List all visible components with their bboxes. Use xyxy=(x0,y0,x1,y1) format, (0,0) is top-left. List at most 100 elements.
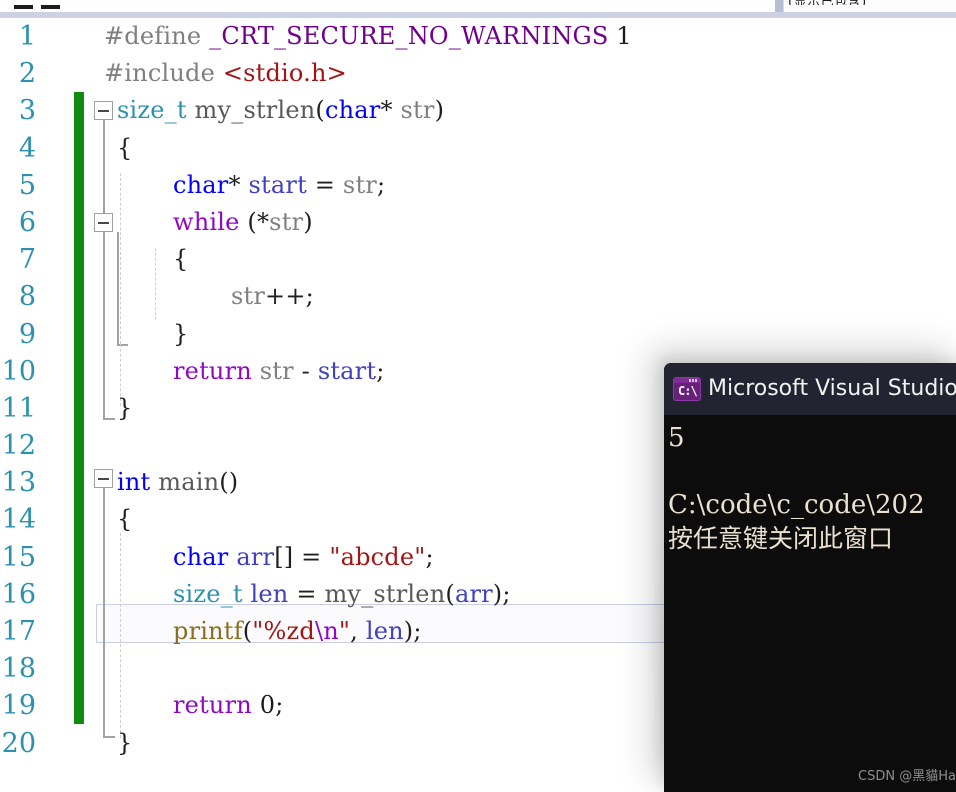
token-keyword: char xyxy=(173,170,229,199)
line-content: return 0; xyxy=(173,687,284,724)
line-content: } xyxy=(117,390,132,427)
console-icon-text: C:\ xyxy=(678,384,698,398)
token-function-name: main xyxy=(158,468,220,497)
line-content: } xyxy=(117,725,132,762)
editor-line[interactable]: 9 } xyxy=(0,316,956,353)
token-brace: { xyxy=(117,505,133,534)
editor-line[interactable]: 2 #include <stdio.h> xyxy=(0,55,956,92)
token-semicolon: ; xyxy=(376,170,386,199)
token-function-name: my_strlen xyxy=(324,579,446,608)
editor-line[interactable]: 8 str++; xyxy=(0,278,956,315)
token-parameter: str xyxy=(342,170,377,199)
editor-line[interactable]: 3 size_t my_strlen(char* str) xyxy=(0,92,956,129)
line-number: 14 xyxy=(1,504,36,536)
line-number: 8 xyxy=(18,281,36,313)
line-number: 7 xyxy=(18,244,36,276)
line-content: { xyxy=(173,241,188,278)
token-star: * xyxy=(380,96,393,125)
line-number: 9 xyxy=(18,318,36,350)
line-number: 6 xyxy=(18,206,36,238)
line-content: } xyxy=(173,316,188,353)
chrome-glyph-left-1 xyxy=(14,5,33,9)
token-string: "abcde" xyxy=(329,542,426,571)
token-brace: } xyxy=(117,728,133,757)
editor-line[interactable]: 6 while (*str) xyxy=(0,204,956,241)
token-paren-close: ) xyxy=(434,96,445,125)
token-parameter: str xyxy=(269,207,304,236)
token-brace: { xyxy=(173,245,189,274)
token-preprocessor: #define xyxy=(104,22,202,50)
line-number: 1 xyxy=(18,21,36,52)
chrome-glyph-left-2 xyxy=(41,5,60,9)
token-paren-close: ) xyxy=(303,207,313,236)
token-keyword: char xyxy=(173,542,229,571)
editor-line[interactable]: 7 { xyxy=(0,241,956,278)
token-function-call: printf xyxy=(173,617,243,645)
console-title-bar[interactable]: C:\ Microsoft Visual Studio xyxy=(664,363,956,415)
line-content: size_t len = my_strlen(arr); xyxy=(173,576,511,613)
token-star: * xyxy=(228,170,241,199)
line-content: #define _CRT_SECURE_NO_WARNINGS 1 xyxy=(104,18,632,55)
token-brace: } xyxy=(173,319,189,348)
line-number: 16 xyxy=(1,578,36,610)
line-number: 18 xyxy=(1,653,36,685)
token-variable: start xyxy=(248,170,307,199)
token-escape: \n xyxy=(314,617,339,645)
token-semicolon: ; xyxy=(275,691,284,720)
token-argument: arr xyxy=(454,579,493,608)
token-paren: ( xyxy=(445,579,455,608)
token-paren-close: ); xyxy=(403,617,422,645)
line-number: 20 xyxy=(1,727,36,759)
token-paren: ( xyxy=(242,617,253,645)
token-semicolon: ; xyxy=(425,542,434,571)
console-path-line: C:\code\c_code\202 xyxy=(668,490,925,520)
line-content: while (*str) xyxy=(173,204,313,241)
token-function-name: my_strlen xyxy=(194,96,316,125)
line-content: return str - start; xyxy=(173,353,385,390)
token-variable: len xyxy=(250,579,289,608)
token-keyword: int xyxy=(117,468,151,497)
token-header: <stdio.h> xyxy=(222,59,347,88)
token-macro-name: _CRT_SECURE_NO_WARNINGS xyxy=(209,22,609,50)
line-content: char arr[] = "abcde"; xyxy=(173,539,434,576)
line-content: int main() xyxy=(117,464,238,501)
token-operator: = xyxy=(314,170,336,199)
console-prompt-line: 按任意键关闭此窗口 xyxy=(668,524,894,553)
token-control-keyword: return xyxy=(173,691,252,720)
token-operator: = xyxy=(296,579,317,608)
token-variable: start xyxy=(317,356,377,385)
line-number: 5 xyxy=(18,169,36,201)
token-operator: = xyxy=(301,542,322,571)
token-paren: ( xyxy=(315,96,325,125)
csdn-watermark: CSDN @黑貓Ha xyxy=(858,769,956,784)
token-brace: { xyxy=(117,133,133,162)
line-content: #include <stdio.h> xyxy=(104,55,347,92)
console-window[interactable]: C:\ Microsoft Visual Studio 5 C:\code\c_… xyxy=(664,363,956,792)
editor-line[interactable]: 4 { xyxy=(0,130,956,167)
line-number: 4 xyxy=(18,132,36,164)
token-operator: ++; xyxy=(265,282,314,311)
token-type: size_t xyxy=(173,579,243,608)
line-number: 11 xyxy=(1,392,36,424)
token-number: 0 xyxy=(259,691,276,720)
token-argument: len xyxy=(365,617,404,645)
editor-line[interactable]: 1 #define _CRT_SECURE_NO_WARNINGS 1 xyxy=(0,18,956,55)
line-number: 3 xyxy=(18,95,36,127)
token-operator: - xyxy=(301,356,310,385)
token-keyword: char xyxy=(325,96,381,125)
line-content: printf("%zd\n", len); xyxy=(173,613,422,650)
line-content: str++; xyxy=(231,278,314,315)
token-number: 1 xyxy=(616,22,632,50)
token-brackets: [] xyxy=(274,542,294,571)
editor-line[interactable]: 5 char* start = str; xyxy=(0,167,956,204)
token-semicolon: ; xyxy=(376,356,385,385)
line-content: { xyxy=(117,501,132,538)
line-number: 19 xyxy=(1,690,36,722)
line-number: 15 xyxy=(1,541,36,573)
token-parameter: str xyxy=(259,356,294,385)
line-number: 17 xyxy=(1,616,36,647)
console-output-area[interactable]: 5 C:\code\c_code\202 按任意键关闭此窗口 CSDN @黑貓H… xyxy=(664,415,956,792)
chrome-cut-label: (显示已包含) xyxy=(788,0,956,5)
screenshot-root: (显示已包含) 1 #define _CRT_SE xyxy=(0,0,956,792)
token-brace: } xyxy=(117,393,133,422)
